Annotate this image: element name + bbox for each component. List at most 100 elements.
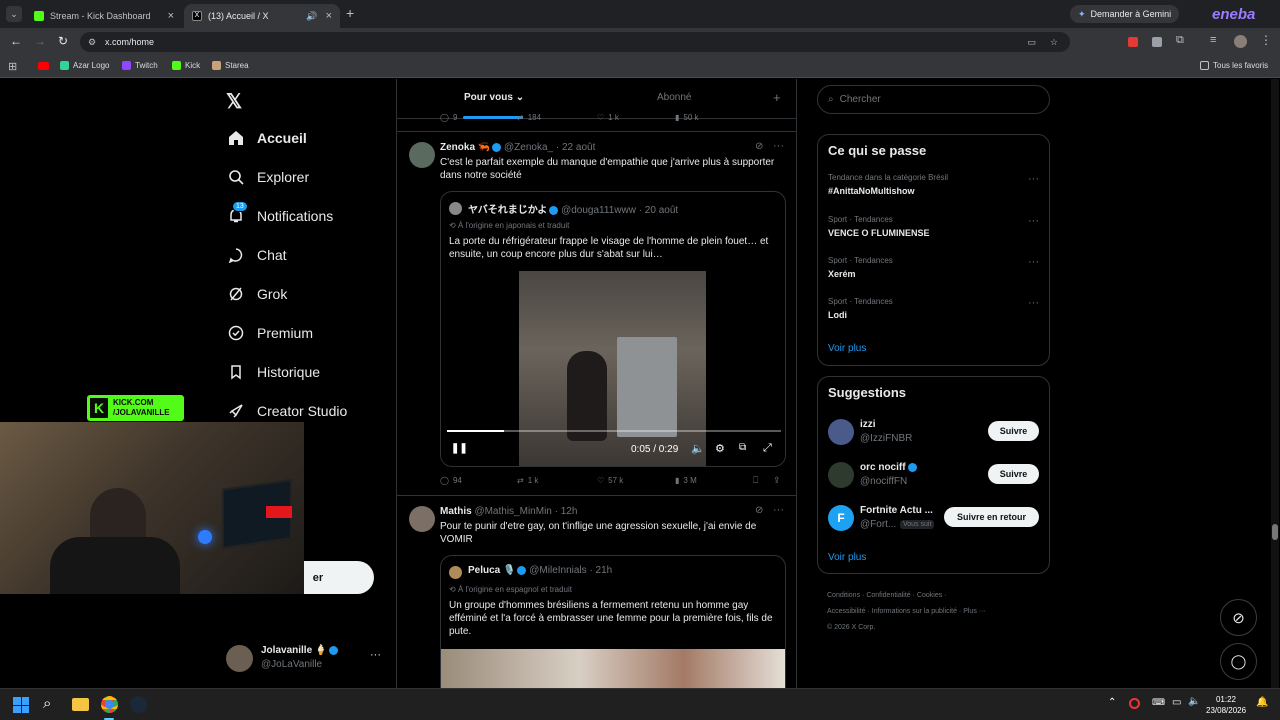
like-count[interactable]: ♡ 1 k: [597, 113, 619, 122]
avatar[interactable]: [409, 506, 435, 532]
all-favorites[interactable]: Tous les favoris: [1200, 61, 1268, 70]
search-input[interactable]: ⌕ Chercher: [817, 85, 1050, 114]
tab-abonne[interactable]: Abonné: [657, 92, 691, 103]
tab-kick-dashboard[interactable]: Stream - Kick Dashboard ×: [26, 4, 182, 28]
like-count[interactable]: ♡ 57 k: [597, 476, 623, 485]
more-icon[interactable]: ···: [1028, 173, 1039, 185]
tab-x-home[interactable]: X (13) Accueil / X 🔊 ×: [184, 4, 340, 28]
see-more-link[interactable]: Voir plus: [828, 552, 866, 563]
footer-link[interactable]: Informations sur la publicité: [872, 608, 957, 615]
follow-back-button[interactable]: Suivre en retour: [944, 507, 1039, 527]
chrome-icon[interactable]: [101, 696, 118, 713]
video-player[interactable]: ❚❚ 0:05 / 0:29 🔈 ⚙ ⧉ ⤢: [441, 271, 785, 466]
pause-icon[interactable]: ❚❚: [451, 443, 468, 454]
trend-item[interactable]: Sport · Tendances VENCE O FLUMINENSE ···: [828, 215, 1041, 238]
extensions-puzzle-icon[interactable]: ⧉: [1176, 34, 1184, 47]
bookmark-star-icon[interactable]: ☆: [1050, 37, 1058, 48]
menu-icon[interactable]: ⋮: [1260, 33, 1272, 47]
extension-icon[interactable]: [1152, 37, 1162, 47]
start-icon[interactable]: [13, 697, 29, 713]
sidebar-item-explorer[interactable]: Explorer: [227, 168, 309, 186]
keyboard-icon[interactable]: ⌨: [1152, 697, 1165, 708]
reload-icon[interactable]: ↻: [58, 34, 68, 48]
trend-item[interactable]: Tendance dans la catégorie Brésil #Anitta…: [828, 173, 1041, 196]
quoted-media[interactable]: [441, 649, 785, 688]
extension-icon[interactable]: [1128, 37, 1138, 47]
post-author[interactable]: Zenoka 🦐: [440, 142, 490, 153]
tray-app-icon[interactable]: [1129, 698, 1140, 709]
sidebar-item-historique[interactable]: Historique: [227, 363, 320, 381]
grok-icon[interactable]: ⊘: [755, 141, 763, 152]
tab-pour-vous[interactable]: Pour vous ⌄: [464, 92, 524, 103]
trend-item[interactable]: Sport · Tendances Xerém ···: [828, 256, 1041, 279]
site-info-icon[interactable]: ⚙: [88, 37, 96, 48]
suggestion-item[interactable]: izzi @IzziFNBR Suivre: [828, 417, 1041, 449]
bookmark-icon[interactable]: ⎕: [753, 475, 758, 486]
gemini-button[interactable]: ✦ Demander à Gemini: [1070, 5, 1180, 23]
forward-icon[interactable]: →: [34, 34, 46, 48]
post-handle[interactable]: @Zenoka_: [504, 142, 553, 153]
post[interactable]: Mathis @Mathis_MinMin · 12h ⊘ ··· Pour t…: [397, 496, 796, 688]
quoted-post[interactable]: Peluca 🎙️ @MileInnials · 21h ⟲ À l'origi…: [440, 555, 786, 688]
sidebar-item-premium[interactable]: Premium: [227, 324, 313, 342]
bookmark-azar-logo[interactable]: Azar Logo: [60, 61, 109, 70]
reply-count[interactable]: ◯ 9: [440, 113, 457, 122]
post-date[interactable]: · 22 août: [556, 142, 595, 153]
grok-icon[interactable]: ⊘: [755, 505, 763, 516]
footer-link[interactable]: Confidentialité: [866, 592, 910, 599]
more-icon[interactable]: ···: [773, 140, 784, 152]
suggestion-item[interactable]: F Fortnite Actu ... @Fort... Vous suit S…: [828, 503, 1041, 535]
footer-link[interactable]: Cookies: [917, 592, 942, 599]
audio-icon[interactable]: 🔊: [306, 11, 317, 22]
notification-center-icon[interactable]: 🔔: [1256, 697, 1268, 708]
reading-list-icon[interactable]: ≡: [1210, 34, 1216, 46]
back-icon[interactable]: ←: [10, 34, 22, 48]
quoted-post[interactable]: ヤバそれまじかよ @douga111www · 20 août ⟲ À l'or…: [440, 191, 786, 467]
x-logo-icon[interactable]: 𝕏: [226, 89, 242, 114]
footer-link[interactable]: Plus ···: [963, 608, 986, 615]
sidebar-item-grok[interactable]: Grok: [227, 285, 287, 303]
more-icon[interactable]: ···: [370, 649, 381, 661]
follow-button[interactable]: Suivre: [988, 464, 1039, 484]
sidebar-item-chat[interactable]: Chat: [227, 246, 287, 264]
profile-switcher[interactable]: Jolavanille 🍦 @JoLaVanille ···: [226, 643, 386, 677]
apps-grid-icon[interactable]: ⊞: [8, 60, 17, 73]
post-author[interactable]: Mathis: [440, 506, 472, 517]
sidebar-item-notifications[interactable]: 13 Notifications: [227, 201, 333, 225]
search-icon[interactable]: ⌕: [43, 695, 51, 712]
repost-count[interactable]: ⇄ 1 k: [517, 476, 538, 485]
trend-item[interactable]: Sport · Tendances Lodi ···: [828, 297, 1041, 320]
share-icon[interactable]: ⇪: [773, 475, 781, 486]
bookmark-starea[interactable]: Starea: [212, 61, 249, 70]
cast-icon[interactable]: ▭: [1027, 37, 1036, 48]
repost-count[interactable]: ⇄ 184: [517, 113, 541, 122]
youtube-icon[interactable]: [38, 62, 49, 70]
new-tab-button[interactable]: +: [346, 5, 354, 21]
tab-search-button[interactable]: ⌄: [6, 6, 22, 22]
scrollbar-thumb[interactable]: [1272, 524, 1278, 540]
mute-icon[interactable]: 🔈: [691, 442, 705, 455]
volume-icon[interactable]: 🔈: [1188, 696, 1200, 707]
video-progress-track[interactable]: [447, 430, 781, 432]
suggestion-item[interactable]: orc nociff @nociffFN Suivre: [828, 460, 1041, 492]
chat-floating-button[interactable]: ◯: [1220, 643, 1257, 680]
see-more-link[interactable]: Voir plus: [828, 343, 866, 354]
url-field[interactable]: ⚙ x.com/home ☆ ▭: [80, 32, 1070, 52]
post-handle[interactable]: @Mathis_MinMin: [474, 506, 551, 517]
file-explorer-icon[interactable]: [72, 698, 89, 711]
grok-floating-button[interactable]: ⊘: [1220, 599, 1257, 636]
view-count[interactable]: ▮ 3 M: [675, 476, 697, 485]
avatar[interactable]: [409, 142, 435, 168]
miniplayer-icon[interactable]: ⧉: [739, 442, 746, 453]
fullscreen-icon[interactable]: ⤢: [763, 442, 772, 455]
steam-icon[interactable]: [130, 696, 147, 713]
more-icon[interactable]: ···: [1028, 215, 1039, 227]
sidebar-item-creator-studio[interactable]: Creator Studio: [227, 402, 347, 420]
reply-count[interactable]: ◯ 94: [440, 476, 462, 485]
tray-chevron-icon[interactable]: ⌃: [1108, 697, 1116, 708]
close-tab-icon[interactable]: ×: [326, 10, 332, 22]
add-tab-icon[interactable]: +: [773, 90, 781, 105]
bookmark-kick[interactable]: Kick: [172, 61, 200, 70]
footer-link[interactable]: Accessibilité: [827, 608, 866, 615]
sidebar-item-accueil[interactable]: Accueil: [227, 129, 307, 147]
